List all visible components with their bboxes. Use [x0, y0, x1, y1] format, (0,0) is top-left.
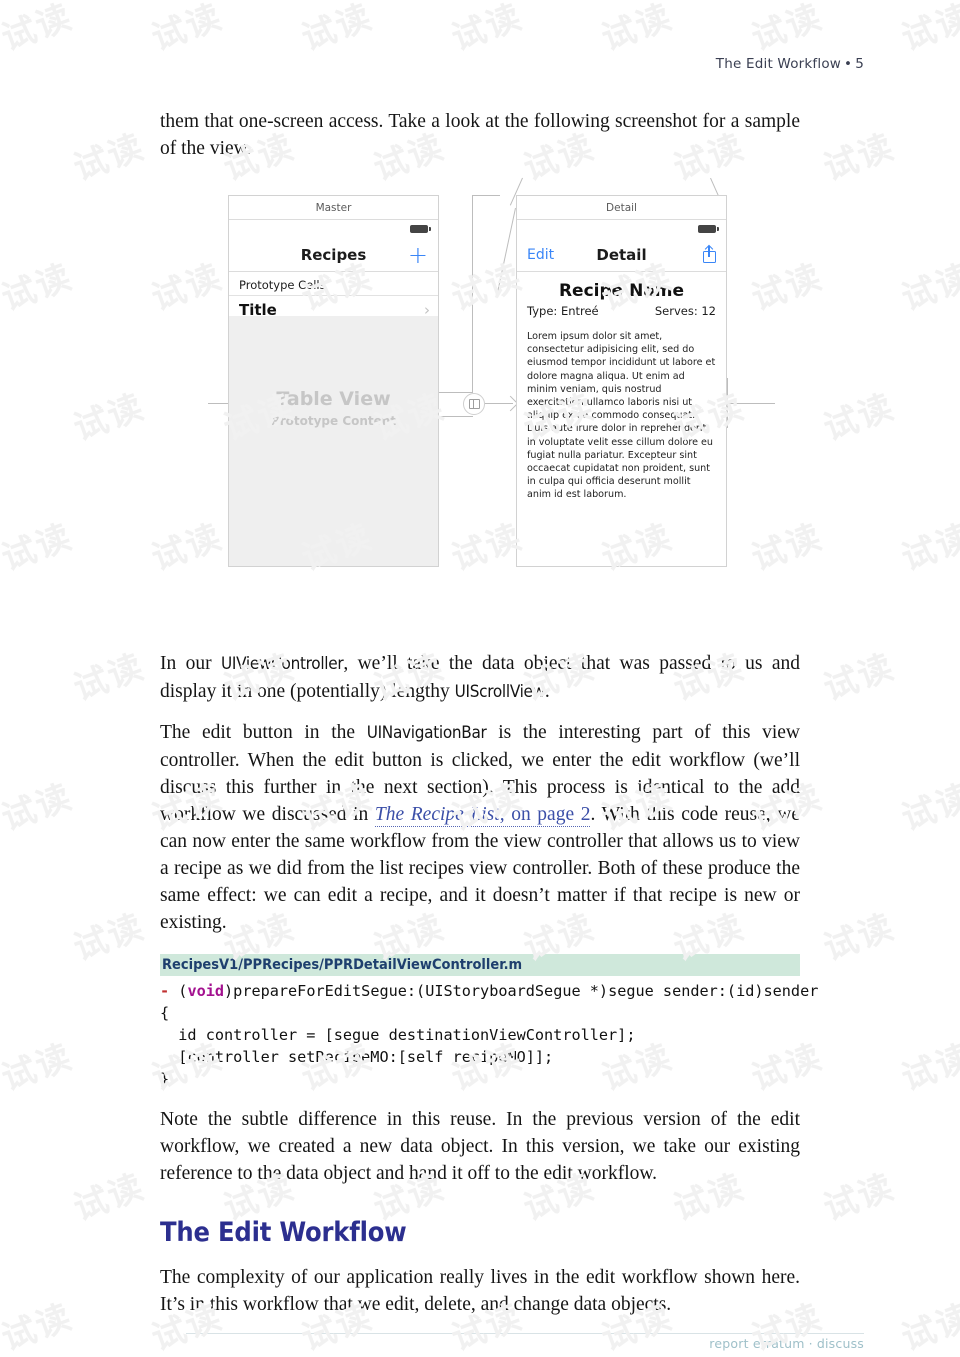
recipe-type-label: Type: Entreé — [527, 304, 599, 318]
code-keyword-void: void — [187, 982, 225, 1000]
code-listing: - (void)prepareForEditSegue:(UIStoryboar… — [160, 980, 818, 1090]
xref-title: The Recipe List, — [374, 804, 505, 825]
segue-line-vertical-up — [472, 195, 474, 393]
table-view-title: Table View — [276, 388, 391, 410]
report-erratum-link[interactable]: report erratum — [709, 1336, 804, 1351]
code-block: RecipesV1/PPRecipes/PPRDetailViewControl… — [160, 954, 818, 1090]
code-line1-post: )prepareForEditSegue:(UIStoryboardSegue … — [224, 982, 819, 1000]
leader-line-left-lower — [497, 207, 517, 293]
code-line4: [controller setRecipeMO:[self recipeMO]]… — [160, 1048, 554, 1066]
p1-text-a: In our — [160, 653, 221, 674]
share-button[interactable] — [703, 244, 716, 263]
xref-page: on page 2 — [504, 804, 591, 825]
recipe-name-title: Recipe Name — [558, 281, 685, 301]
storyboard-figure: Master Recipes + Prototype Cells Title ›… — [0, 0, 960, 567]
footer-separator: · — [808, 1336, 813, 1351]
paragraph-edit-button: The edit button in the UINavigationBar i… — [160, 719, 800, 936]
p2-text-a: The edit button in the — [160, 722, 367, 743]
code-uiscrollview: UIScrollView — [454, 682, 546, 702]
table-view-subtitle: Prototype Content — [270, 414, 397, 428]
paragraph-note-difference: Note the subtle difference in this reuse… — [160, 1109, 800, 1184]
footer: report erratum · discuss — [709, 1336, 864, 1351]
exit-line-right-vertical — [727, 378, 729, 428]
p1-text-c: . — [544, 681, 550, 702]
code-line2: { — [160, 1004, 170, 1022]
segue-line-in-upper — [439, 392, 473, 394]
battery-icon — [698, 225, 719, 233]
segue-badge-icon[interactable] — [463, 393, 485, 415]
exit-line-right — [727, 403, 775, 405]
recipe-serves-label: Serves: 12 — [654, 304, 716, 318]
discuss-link[interactable]: discuss — [817, 1336, 864, 1351]
master-nav-bar: Recipes + — [229, 238, 438, 272]
storyboard-canvas: Master Recipes + Prototype Cells Title ›… — [180, 177, 800, 598]
table-view-placeholder: Table View Prototype Content — [229, 316, 438, 566]
detail-status-bar — [517, 220, 726, 238]
code-uiviewcontroller: UIViewController — [220, 654, 344, 674]
add-recipe-button[interactable]: + — [407, 240, 428, 269]
code-line3: id controller = [segue destinationViewCo… — [160, 1026, 636, 1044]
battery-icon — [410, 225, 431, 233]
code-filename: RecipesV1/PPRecipes/PPRDetailViewControl… — [160, 954, 800, 976]
code-minus-token: - — [160, 982, 170, 1000]
segue-line-in-lower — [439, 416, 473, 418]
master-status-bar — [229, 220, 438, 238]
segue-line-top — [472, 195, 500, 197]
edit-button[interactable]: Edit — [527, 247, 554, 263]
section-heading-edit-workflow: The Edit Workflow — [160, 1217, 407, 1248]
detail-panel-title: Detail — [517, 196, 726, 220]
master-scene-panel: Master Recipes + Prototype Cells Title ›… — [228, 195, 439, 567]
cross-reference-link-recipe-list[interactable]: The Recipe List, on page 2 — [374, 804, 591, 827]
share-icon — [703, 244, 716, 263]
code-line1-pre: ( — [169, 982, 188, 1000]
paragraph-complexity: The complexity of our application really… — [160, 1267, 800, 1315]
code-uinavigationbar: UINavigationBar — [366, 723, 487, 743]
detail-scene-panel: Detail Edit Detail Recipe Name Type: Ent… — [516, 195, 727, 567]
segue-glyph-icon — [468, 398, 480, 409]
detail-nav-bar: Edit Detail — [517, 238, 726, 272]
master-nav-title: Recipes — [300, 245, 367, 264]
plus-icon: + — [407, 240, 428, 269]
paragraph-uiviewcontroller: In our UIViewController, we’ll take the … — [160, 650, 800, 706]
recipe-meta-row: Type: Entreé Serves: 12 — [517, 304, 726, 326]
footer-rule — [186, 1333, 864, 1334]
prototype-cells-header: Prototype Cells — [229, 272, 438, 295]
recipe-body-text: Lorem ipsum dolor sit amet, consectetur … — [527, 331, 716, 501]
code-line5: } — [160, 1070, 170, 1088]
master-panel-title: Master — [229, 196, 438, 220]
